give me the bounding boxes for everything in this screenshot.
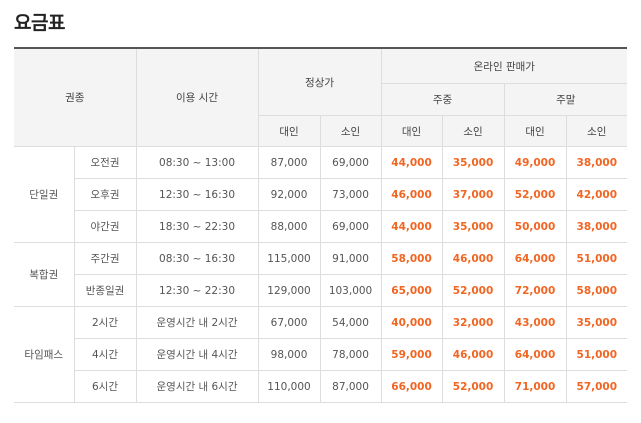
regular-child-price: 69,000 [319,210,382,243]
weekend-child-price: 51,000 [565,338,628,371]
usage-time: 운영시간 내 6시간 [135,370,259,403]
weekend-child-price: 42,000 [565,178,628,211]
header-usage-time: 이용 시간 [135,47,259,147]
usage-time: 08:30 ~ 16:30 [135,242,259,275]
fare-table: 권종 이용 시간 정상가 온라인 판매가 주중 주말 대인 소인 대인 소인 대… [14,47,628,403]
usage-time: 12:30 ~ 16:30 [135,178,259,211]
header-weekday-adult: 대인 [380,115,443,147]
table-row: 단일권 오전권 08:30 ~ 13:00 87,000 69,000 44,0… [14,146,628,243]
weekend-adult-price: 52,000 [503,178,567,211]
group-label: 복합권 [14,242,75,307]
header-online-price: 온라인 판매가 [380,47,628,84]
weekday-child-price: 37,000 [441,178,505,211]
page-title: 요금표 [14,12,65,34]
weekday-adult-price: 40,000 [380,306,443,339]
ticket-name: 4시간 [73,338,137,371]
table-row: 6시간 운영시간 내 6시간 110,000 87,000 66,000 52,… [14,370,628,403]
ticket-name: 야간권 [73,210,137,243]
weekend-adult-price: 64,000 [503,338,567,371]
table-row: 반종일권 12:30 ~ 22:30 129,000 103,000 65,00… [14,274,628,307]
regular-child-price: 87,000 [319,370,382,403]
weekday-adult-price: 46,000 [380,178,443,211]
weekday-child-price: 52,000 [441,370,505,403]
regular-adult-price: 92,000 [257,178,321,211]
table-row: 4시간 운영시간 내 4시간 98,000 78,000 59,000 46,0… [14,338,628,371]
regular-child-price: 69,000 [319,146,382,179]
regular-adult-price: 98,000 [257,338,321,371]
header-ticket-type: 권종 [14,47,137,147]
weekend-child-price: 58,000 [565,274,628,307]
weekend-adult-price: 64,000 [503,242,567,275]
header-regular-adult: 대인 [258,115,321,147]
regular-child-price: 103,000 [319,274,382,307]
regular-child-price: 91,000 [319,242,382,275]
weekend-child-price: 38,000 [565,210,628,243]
weekend-adult-price: 43,000 [503,306,567,339]
header-weekend-adult: 대인 [503,115,567,147]
header-weekday: 주중 [381,83,505,116]
weekday-child-price: 46,000 [441,338,505,371]
usage-time: 운영시간 내 4시간 [135,338,259,371]
group-label: 단일권 [14,146,75,243]
regular-adult-price: 87,000 [257,146,321,179]
header-weekend: 주말 [503,83,628,116]
weekday-adult-price: 59,000 [380,338,443,371]
regular-adult-price: 110,000 [257,370,321,403]
weekday-child-price: 46,000 [441,242,505,275]
weekday-adult-price: 44,000 [380,210,443,243]
regular-child-price: 78,000 [319,338,382,371]
table-row: 오후권 12:30 ~ 16:30 92,000 73,000 46,000 3… [14,178,628,211]
ticket-name: 주간권 [73,242,137,275]
header-weekend-child: 소인 [565,115,628,147]
ticket-name: 오후권 [73,178,137,211]
ticket-name: 2시간 [73,306,137,339]
regular-child-price: 54,000 [319,306,382,339]
weekday-adult-price: 66,000 [380,370,443,403]
regular-adult-price: 67,000 [257,306,321,339]
table-row: 야간권 18:30 ~ 22:30 88,000 69,000 44,000 3… [14,210,628,243]
ticket-name: 오전권 [73,146,137,179]
weekday-adult-price: 58,000 [380,242,443,275]
weekend-child-price: 51,000 [565,242,628,275]
weekday-adult-price: 44,000 [380,146,443,179]
weekend-child-price: 35,000 [565,306,628,339]
regular-adult-price: 88,000 [257,210,321,243]
ticket-name: 반종일권 [73,274,137,307]
weekend-adult-price: 50,000 [503,210,567,243]
regular-adult-price: 115,000 [257,242,321,275]
header-weekday-child: 소인 [441,115,505,147]
weekend-adult-price: 72,000 [503,274,567,307]
usage-time: 18:30 ~ 22:30 [135,210,259,243]
header-regular-child: 소인 [319,115,382,147]
usage-time: 08:30 ~ 13:00 [135,146,259,179]
weekend-adult-price: 71,000 [503,370,567,403]
table-row: 복합권 주간권 08:30 ~ 16:30 115,000 91,000 58,… [14,242,628,307]
weekend-child-price: 38,000 [565,146,628,179]
weekday-child-price: 35,000 [441,210,505,243]
table-row: 타임패스 2시간 운영시간 내 2시간 67,000 54,000 40,000… [14,306,628,403]
weekday-adult-price: 65,000 [380,274,443,307]
group-label: 타임패스 [14,306,75,403]
weekday-child-price: 35,000 [441,146,505,179]
regular-adult-price: 129,000 [257,274,321,307]
weekday-child-price: 32,000 [441,306,505,339]
ticket-name: 6시간 [73,370,137,403]
weekend-adult-price: 49,000 [503,146,567,179]
usage-time: 운영시간 내 2시간 [135,306,259,339]
regular-child-price: 73,000 [319,178,382,211]
weekend-child-price: 57,000 [565,370,628,403]
weekday-child-price: 52,000 [441,274,505,307]
header-regular-price: 정상가 [257,47,382,116]
usage-time: 12:30 ~ 22:30 [135,274,259,307]
